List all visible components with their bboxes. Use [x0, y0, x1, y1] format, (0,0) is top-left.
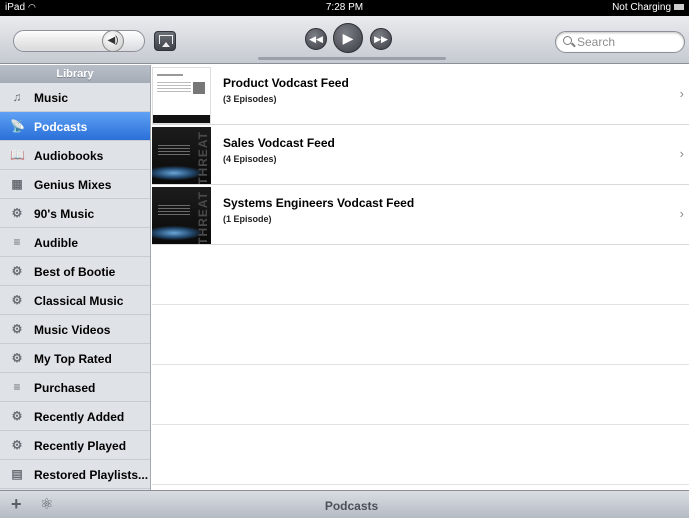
player-toolbar: ◀) ◀◀ ▶ ▶▶ [0, 16, 689, 64]
sidebar-item-my-top-rated[interactable]: ⚙ My Top Rated [0, 344, 150, 373]
sidebar-item-label: Best of Bootie [34, 265, 116, 279]
sidebar-item-90-s-music[interactable]: ⚙ 90's Music [0, 199, 150, 228]
sidebar-item-icon: 📡 [10, 119, 25, 133]
feed-row[interactable]: THREAT Systems Engineers Vodcast Feed (1 E… [152, 185, 689, 245]
empty-row [152, 245, 689, 305]
speaker-icon[interactable]: ◀) [102, 30, 124, 52]
rewind-icon[interactable]: ◀◀ [305, 28, 327, 50]
sidebar-item-podcasts[interactable]: 📡 Podcasts [0, 112, 150, 141]
feed-thumbnail [152, 67, 211, 124]
sidebar-item-best-of-bootie[interactable]: ⚙ Best of Bootie [0, 257, 150, 286]
sidebar-item-icon: ▤ [11, 467, 23, 481]
sidebar-item-music-videos[interactable]: ⚙ Music Videos [0, 315, 150, 344]
sidebar-item-icon: ⚙ [11, 409, 23, 423]
sidebar-item-genius-mixes[interactable]: ▦ Genius Mixes [0, 170, 150, 199]
fast-forward-icon[interactable]: ▶▶ [370, 28, 392, 50]
sidebar-item-icon: ⚙ [11, 351, 23, 365]
search-input[interactable] [577, 34, 677, 50]
feed-title: Product Vodcast Feed [223, 76, 349, 90]
thumbnail-text: THREAT [196, 191, 210, 244]
status-battery: Not Charging [612, 2, 684, 13]
battery-label: Not Charging [612, 2, 671, 13]
sidebar-item-recently-added[interactable]: ⚙ Recently Added [0, 402, 150, 431]
airplay-icon[interactable] [154, 31, 176, 51]
sidebar-item-recently-played[interactable]: ⚙ Recently Played [0, 431, 150, 460]
feed-rows: Product Vodcast Feed (3 Episodes) › THREAT S… [152, 65, 689, 245]
status-bar: iPad ◠ 7:28 PM Not Charging [0, 0, 689, 16]
sidebar-item-purchased[interactable]: ≡ Purchased [0, 373, 150, 402]
feed-episode-count: (3 Episodes) [223, 94, 277, 104]
feed-thumbnail: THREAT [152, 127, 211, 184]
sidebar-item-icon: ▦ [11, 177, 23, 191]
feed-row[interactable]: THREAT Sales Vodcast Feed (4 Episodes) › [152, 125, 689, 185]
library-header: Library [0, 65, 150, 83]
bottom-bar: + ⚛ Podcasts [0, 490, 689, 518]
playback-scrubber[interactable] [258, 57, 446, 60]
sidebar-item-icon: ⚙ [11, 438, 23, 452]
feed-title: Systems Engineers Vodcast Feed [223, 196, 415, 210]
sidebar-item-icon: ≡ [13, 380, 21, 394]
sidebar-item-label: Audible [34, 236, 78, 250]
feed-episode-count: (4 Episodes) [223, 154, 277, 164]
search-icon [563, 36, 572, 45]
sidebar-item-icon: 📖 [10, 148, 25, 162]
status-time: 7:28 PM [325, 2, 364, 13]
sidebar-item-icon: ⚙ [11, 264, 23, 278]
sidebar-item-label: Music Videos [34, 323, 111, 337]
library-list: ♫ Music 📡 Podcasts 📖 Audiobooks ▦ Genius Mixes ⚙… [0, 83, 150, 489]
battery-icon [674, 4, 684, 11]
sidebar-item-music[interactable]: ♫ Music [0, 83, 150, 112]
feed-thumbnail: THREAT [152, 187, 211, 244]
sidebar-item-restored-playlists[interactable]: ▤ Restored Playlists... [0, 460, 150, 489]
sidebar-item-icon: ⚙ [11, 322, 23, 336]
play-icon[interactable]: ▶ [333, 23, 363, 53]
sidebar-item-label: Genius Mixes [34, 178, 112, 192]
sidebar-item-icon: ⚙ [11, 293, 23, 307]
sidebar-item-label: Music [34, 91, 69, 105]
sidebar-item-icon: ⚙ [11, 206, 23, 220]
empty-row [152, 305, 689, 365]
search-field[interactable] [555, 31, 685, 53]
sidebar-item-audiobooks[interactable]: 📖 Audiobooks [0, 141, 150, 170]
sidebar-item-label: My Top Rated [34, 352, 112, 366]
bottom-title: Podcasts [324, 499, 379, 513]
feed-title: Sales Vodcast Feed [223, 136, 335, 150]
sidebar-item-label: Recently Added [34, 410, 125, 424]
sidebar-item-label: Audiobooks [34, 149, 104, 163]
sidebar-item-audible[interactable]: ≡ Audible [0, 228, 150, 257]
sidebar-item-label: Purchased [34, 381, 96, 395]
sidebar-item-icon: ≡ [13, 235, 21, 249]
sidebar-item-label: Classical Music [34, 294, 124, 308]
podcast-list: Product Vodcast Feed (3 Episodes) › THREAT S… [152, 65, 689, 490]
volume-slider[interactable]: ◀) [13, 30, 145, 52]
feed-row[interactable]: Product Vodcast Feed (3 Episodes) › [152, 65, 689, 125]
sidebar-item-label: Podcasts [34, 120, 88, 134]
thumbnail-text: THREAT [196, 131, 210, 184]
sidebar-item-label: 90's Music [34, 207, 95, 221]
chevron-right-icon[interactable]: › [680, 86, 684, 101]
sidebar-item-classical-music[interactable]: ⚙ Classical Music [0, 286, 150, 315]
chevron-right-icon[interactable]: › [680, 206, 684, 221]
sidebar-item-label: Recently Played [34, 439, 127, 453]
chevron-right-icon[interactable]: › [680, 146, 684, 161]
empty-row [152, 365, 689, 425]
empty-row [152, 425, 689, 485]
sidebar-item-label: Restored Playlists... [34, 468, 149, 482]
sidebar-item-icon: ♫ [12, 90, 22, 104]
library-sidebar: Library ♫ Music 📡 Podcasts 📖 Audiobooks ▦ Geniu… [0, 65, 151, 490]
volume-track [16, 33, 104, 49]
feed-episode-count: (1 Episode) [223, 214, 272, 224]
